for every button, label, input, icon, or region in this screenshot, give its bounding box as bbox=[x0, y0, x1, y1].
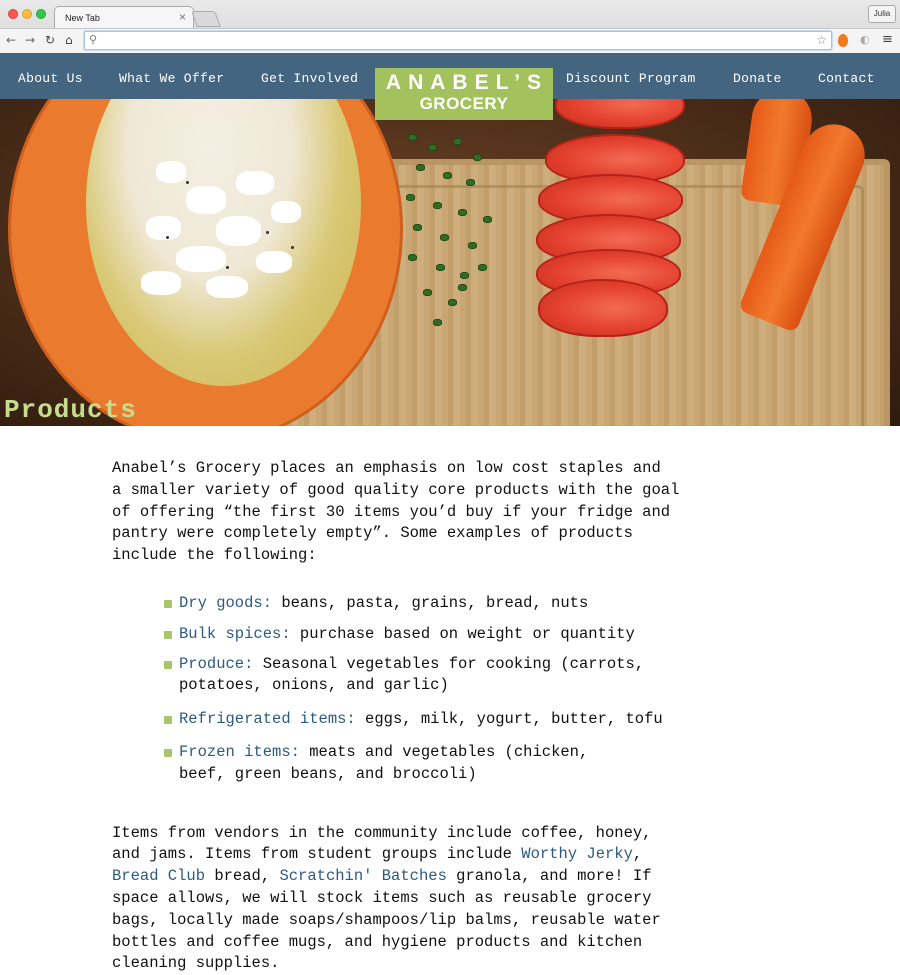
product-term: Produce: bbox=[179, 654, 254, 673]
main-content: Anabel’s Grocery places an emphasis on l… bbox=[112, 458, 792, 975]
worthy-jerky-link[interactable]: Worthy Jerky bbox=[521, 845, 633, 863]
site-logo[interactable]: ANABEL’S GROCERY bbox=[375, 68, 553, 120]
maximize-window-button[interactable] bbox=[36, 9, 46, 19]
vendors-text: bread, bbox=[205, 867, 280, 886]
close-tab-icon[interactable]: × bbox=[179, 10, 186, 24]
extension-icon[interactable]: ◐ bbox=[860, 33, 870, 46]
product-term: Refrigerated items: bbox=[179, 710, 356, 729]
extension-icon[interactable] bbox=[838, 34, 848, 47]
list-item: Produce: Seasonal vegetables for cooking… bbox=[164, 654, 792, 698]
vendors-paragraph: Items from vendors in the community incl… bbox=[112, 823, 792, 975]
home-icon[interactable]: ⌂ bbox=[65, 33, 73, 47]
menu-icon[interactable]: ≡ bbox=[882, 32, 893, 47]
new-tab-button[interactable] bbox=[191, 11, 221, 27]
scratchin-batches-link[interactable]: Scratchin' Batches bbox=[279, 867, 446, 885]
nav-about-us[interactable]: About Us bbox=[18, 71, 83, 86]
product-desc: eggs, milk, yogurt, butter, tofu bbox=[355, 710, 663, 729]
nav-what-we-offer[interactable]: What We Offer bbox=[119, 71, 224, 86]
forward-icon[interactable]: → bbox=[25, 33, 35, 47]
product-term: Dry goods: bbox=[179, 593, 273, 612]
close-window-button[interactable] bbox=[8, 9, 18, 19]
product-term: Frozen items: bbox=[179, 742, 300, 761]
nav-get-involved[interactable]: Get Involved bbox=[261, 71, 358, 86]
search-icon: ⚲ bbox=[89, 33, 98, 46]
product-desc: purchase based on weight or quantity bbox=[290, 624, 635, 643]
profile-button[interactable]: Julia bbox=[868, 5, 896, 23]
star-icon[interactable]: ☆ bbox=[816, 33, 827, 47]
list-item: Frozen items: meats and vegetables (chic… bbox=[164, 742, 792, 786]
tomato-image bbox=[555, 99, 685, 129]
product-list: Dry goods: beans, pasta, grains, bread, … bbox=[164, 593, 792, 786]
chives-image bbox=[398, 124, 503, 339]
nav-discount-program[interactable]: Discount Program bbox=[566, 71, 696, 86]
list-item: Dry goods: beans, pasta, grains, bread, … bbox=[164, 593, 792, 615]
logo-line-1: ANABEL’S bbox=[385, 71, 549, 94]
bread-club-link[interactable]: Bread Club bbox=[112, 867, 205, 885]
list-item: Bulk spices: purchase based on weight or… bbox=[164, 624, 792, 646]
list-item: Refrigerated items: eggs, milk, yogurt, … bbox=[164, 709, 792, 731]
address-bar[interactable]: ⚲ ☆ bbox=[84, 31, 832, 50]
hero-banner: Products bbox=[0, 99, 900, 426]
intro-paragraph: Anabel’s Grocery places an emphasis on l… bbox=[112, 459, 680, 565]
nav-contact[interactable]: Contact bbox=[818, 71, 875, 86]
nav-donate[interactable]: Donate bbox=[733, 71, 782, 86]
browser-toolbar: ← → ↻ ⌂ ⚲ ☆ ◐ ≡ bbox=[0, 28, 900, 53]
tab-title: New Tab bbox=[65, 13, 100, 23]
back-icon[interactable]: ← bbox=[6, 33, 16, 47]
logo-line-2: GROCERY bbox=[419, 94, 509, 113]
browser-chrome: New Tab × Julia ← → ↻ ⌂ ⚲ ☆ ◐ ≡ bbox=[0, 0, 900, 53]
product-desc: beans, pasta, grains, bread, nuts bbox=[272, 593, 589, 612]
product-term: Bulk spices: bbox=[179, 624, 291, 643]
reload-icon[interactable]: ↻ bbox=[45, 33, 55, 47]
page-title: Products bbox=[4, 395, 137, 425]
vendors-text: , bbox=[632, 845, 643, 864]
browser-tab[interactable]: New Tab × bbox=[54, 6, 194, 28]
minimize-window-button[interactable] bbox=[22, 9, 32, 19]
